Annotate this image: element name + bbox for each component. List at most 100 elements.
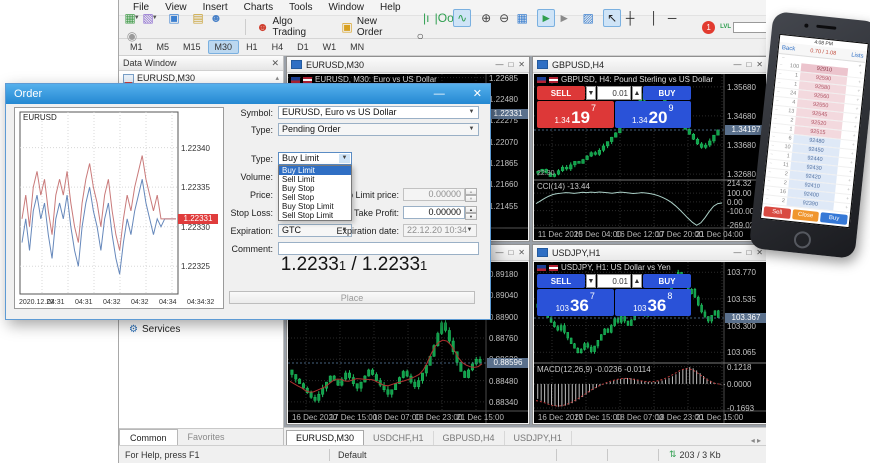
order-kind-select[interactable]: Pending Order ▼ <box>278 123 479 136</box>
option-sell-stop-limit[interactable]: Sell Stop Limit <box>279 211 351 220</box>
close-icon[interactable]: ✕ <box>756 248 763 257</box>
zoom-out-icon[interactable]: ⊖ <box>495 9 513 27</box>
chevron-down-icon[interactable]: ▼ <box>339 154 350 163</box>
sell-button[interactable]: SELL <box>537 274 585 288</box>
plus-icon[interactable]: + <box>854 87 863 96</box>
sell-price-box[interactable]: 1.34197 <box>537 101 614 128</box>
buy-button[interactable]: BUY <box>643 86 691 100</box>
tab-scroll-arrows[interactable]: ◂ ▸ <box>751 436 767 445</box>
phone-home-button[interactable] <box>793 231 812 250</box>
plus-icon[interactable]: + <box>853 105 862 114</box>
volume-down-icon[interactable]: ▼ <box>586 274 596 288</box>
option-buy-stop-limit[interactable]: Buy Stop Limit <box>279 202 351 211</box>
chart-canvas[interactable]: MACD(12,26,9) -0.0236 -0.01140.12180.000… <box>534 262 766 423</box>
symbol-select[interactable]: EURUSD, Euro vs US Dollar ▼ <box>278 106 479 119</box>
toolbox-icon[interactable]: ☻ <box>207 9 225 27</box>
menu-tools[interactable]: Tools <box>281 2 320 13</box>
timeframe-mn[interactable]: MN <box>343 40 371 54</box>
expiration-date-select[interactable]: 22.12.20 10:34 ▼ <box>403 224 477 237</box>
timeframe-m5[interactable]: M5 <box>150 40 177 54</box>
sell-button[interactable]: SELL <box>537 86 585 100</box>
status-profile[interactable]: Default <box>330 450 556 460</box>
crosshair-icon[interactable]: ┼ <box>621 9 639 27</box>
market-watch-icon[interactable]: ▣ <box>165 9 183 27</box>
plus-icon[interactable]: + <box>853 96 862 105</box>
panel-tab-common[interactable]: Common <box>119 429 178 445</box>
algo-trading-button[interactable]: ☻ Algo Trading <box>250 14 334 40</box>
chart-tab-usdchf-h1[interactable]: USDCHF,H1 <box>364 431 434 445</box>
chart-tab-usdjpy-h1[interactable]: USDJPY,H1 <box>505 431 572 445</box>
chevron-up-icon[interactable]: ▴ <box>275 74 279 82</box>
timeframe-h1[interactable]: H1 <box>239 40 265 54</box>
new-chart-icon[interactable]: ▦▼ <box>123 9 141 27</box>
chart-window-titlebar[interactable]: GBPUSD,H4—□✕ <box>533 57 767 73</box>
line-chart-icon[interactable]: ∿ <box>453 9 471 27</box>
vertical-line-icon[interactable]: │ <box>645 9 663 27</box>
close-icon[interactable]: ✕ <box>756 60 763 69</box>
plus-icon[interactable]: + <box>850 132 859 141</box>
chevron-down-icon[interactable]: ▼ <box>466 125 477 134</box>
templates-icon[interactable]: ▨ <box>579 9 597 27</box>
plus-icon[interactable]: + <box>844 186 853 195</box>
close-icon[interactable]: ✕ <box>518 248 525 257</box>
order-type-select[interactable]: Buy Limit ▼ <box>278 152 352 165</box>
minimize-icon[interactable]: — <box>495 60 503 69</box>
buy-price-box[interactable]: 103368 <box>615 289 692 316</box>
search-icon[interactable]: ○ <box>411 27 429 45</box>
buy-button[interactable]: BUY <box>643 274 691 288</box>
phone-close-button[interactable]: Close <box>792 209 820 222</box>
plus-icon[interactable]: + <box>848 150 857 159</box>
chart-shift-icon[interactable]: ► <box>555 9 573 27</box>
timeframe-m1[interactable]: M1 <box>123 40 150 54</box>
zoom-in-icon[interactable]: ⊕ <box>477 9 495 27</box>
phone-back-button[interactable]: Back <box>782 45 796 52</box>
order-dialog-titlebar[interactable]: Order — ✕ <box>6 84 490 104</box>
plus-icon[interactable]: + <box>843 194 852 203</box>
maximize-icon[interactable]: □ <box>746 60 751 69</box>
close-icon[interactable]: ✕ <box>271 58 279 69</box>
plus-icon[interactable]: + <box>851 123 860 132</box>
timeframe-d1[interactable]: D1 <box>290 40 316 54</box>
bar-chart-icon[interactable]: |ı <box>417 9 435 27</box>
maximize-icon[interactable]: □ <box>508 60 513 69</box>
volume-down-icon[interactable]: ▼ <box>586 86 596 100</box>
maximize-icon[interactable]: □ <box>746 248 751 257</box>
chart-window-titlebar[interactable]: EURUSD,M30—□✕ <box>287 57 529 73</box>
volume-up-icon[interactable]: ▲ <box>632 274 642 288</box>
take-profit-field[interactable]: 0.00000 <box>403 206 465 219</box>
close-icon[interactable]: ✕ <box>518 60 525 69</box>
minimize-icon[interactable]: — <box>495 248 503 257</box>
phone-buy-button[interactable]: Buy <box>820 212 848 225</box>
new-order-button[interactable]: ▣ New Order <box>334 14 410 40</box>
minimize-icon[interactable]: — <box>733 248 741 257</box>
plus-icon[interactable]: + <box>846 168 855 177</box>
menu-help[interactable]: Help <box>372 2 409 13</box>
phone-lists-button[interactable]: Lists <box>851 52 864 59</box>
plus-icon[interactable]: + <box>855 78 864 87</box>
maximize-icon[interactable]: □ <box>508 248 513 257</box>
stop-limit-stepper[interactable]: ▲▼ <box>465 188 477 201</box>
plus-icon[interactable]: + <box>849 141 858 150</box>
notification-badge[interactable]: 1 <box>702 21 715 34</box>
take-profit-stepper[interactable]: ▲▼ <box>465 206 477 219</box>
volume-field[interactable]: 0.01 <box>597 86 631 100</box>
minimize-icon[interactable]: — <box>434 84 445 104</box>
sell-price-box[interactable]: 103367 <box>537 289 614 316</box>
timeframe-m30[interactable]: M30 <box>208 40 240 54</box>
plus-icon[interactable]: + <box>842 203 851 212</box>
stop-limit-field[interactable]: 0.00000 <box>403 188 465 201</box>
menu-charts[interactable]: Charts <box>236 2 281 13</box>
close-icon[interactable]: ✕ <box>473 84 482 104</box>
timeframe-m15[interactable]: M15 <box>176 40 208 54</box>
plus-icon[interactable]: + <box>845 177 854 186</box>
place-order-button[interactable]: Place <box>229 291 475 304</box>
timeframe-w1[interactable]: W1 <box>316 40 344 54</box>
option-sell-limit[interactable]: Sell Limit <box>279 175 351 184</box>
tile-windows-icon[interactable]: ▦ <box>513 9 531 27</box>
chevron-down-icon[interactable]: ▼ <box>466 108 477 117</box>
panel-tab-favorites[interactable]: Favorites <box>178 429 235 445</box>
phone-sell-button[interactable]: Sell <box>763 206 791 219</box>
profiles-icon[interactable]: ▧▼ <box>141 9 159 27</box>
option-sell-stop[interactable]: Sell Stop <box>279 193 351 202</box>
history-center-icon[interactable]: ▤ <box>189 9 207 27</box>
